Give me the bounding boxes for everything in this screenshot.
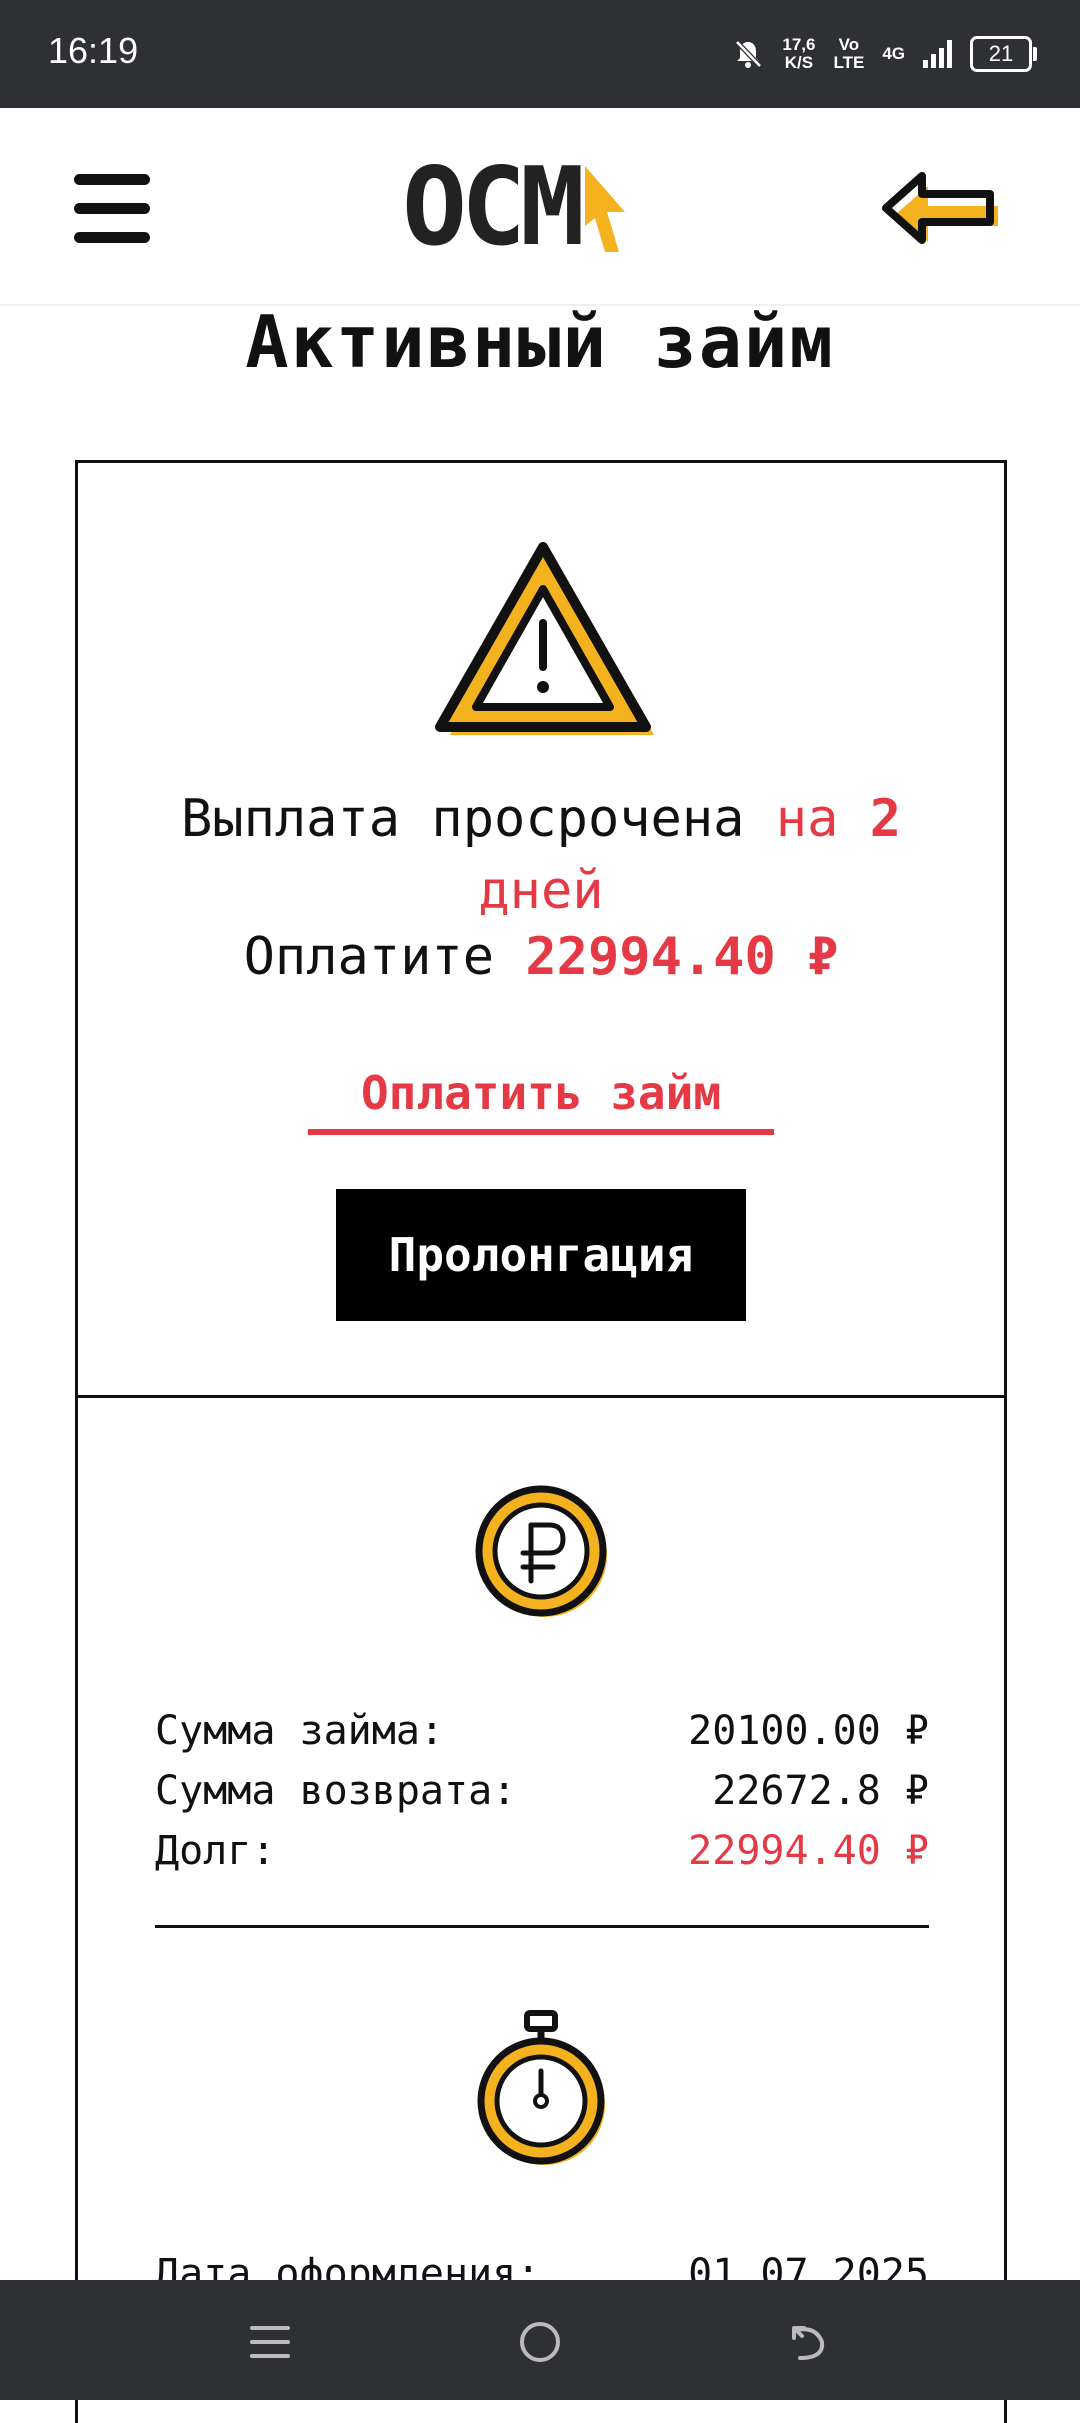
system-nav-bar <box>0 2280 1080 2400</box>
home-icon[interactable] <box>518 2320 562 2364</box>
warning-icon <box>435 542 654 735</box>
summary-row: Долг: 22994.40 ₽ <box>155 1828 929 1874</box>
bell-muted-icon <box>735 40 763 68</box>
loan-card: Выплата просрочена на 2 дней Оплатите 22… <box>75 460 1007 2423</box>
signal-icon <box>923 40 952 68</box>
summary-row: Сумма возврата: 22672.8 ₽ <box>155 1768 929 1814</box>
card-divider <box>78 1395 1004 1398</box>
summary-row: Сумма займа: 20100.00 ₽ <box>155 1708 929 1754</box>
status-bar: 16:19 17,6 K/S Vo LTE 4G 21 <box>0 0 1080 108</box>
status-icons: 17,6 K/S Vo LTE 4G 21 <box>732 30 1037 78</box>
recent-apps-icon[interactable] <box>248 2320 292 2364</box>
network-type: 4G <box>882 44 905 63</box>
battery-icon: 21 <box>970 36 1037 72</box>
loan-summary: Сумма займа: 20100.00 ₽ Сумма возврата: … <box>155 1701 929 1881</box>
logo[interactable]: OCM <box>402 154 629 262</box>
back-nav-icon[interactable] <box>786 2320 830 2364</box>
volte-indicator: Vo LTE <box>833 35 865 72</box>
status-time: 16:19 <box>48 30 139 71</box>
app-header: OCM <box>0 108 1080 306</box>
net-speed: 17,6 K/S <box>782 35 816 72</box>
prolongation-button[interactable]: Пролонгация <box>336 1189 746 1321</box>
stopwatch-icon <box>477 2010 605 2165</box>
overdue-message: Выплата просрочена на 2 дней <box>180 789 902 921</box>
logo-arrow-icon <box>585 166 626 252</box>
pay-loan-link[interactable]: Оплатить займ <box>308 1057 774 1135</box>
section-separator <box>155 1925 929 1928</box>
pay-amount: 22994.40 ₽ <box>525 927 839 987</box>
page-title: Активный займ <box>245 300 835 384</box>
pay-amount-line: Оплатите 22994.40 ₽ <box>243 927 839 987</box>
ruble-coin-icon <box>475 1485 607 1617</box>
hamburger-icon[interactable] <box>74 174 150 248</box>
arrow-left-icon[interactable] <box>876 166 1000 250</box>
